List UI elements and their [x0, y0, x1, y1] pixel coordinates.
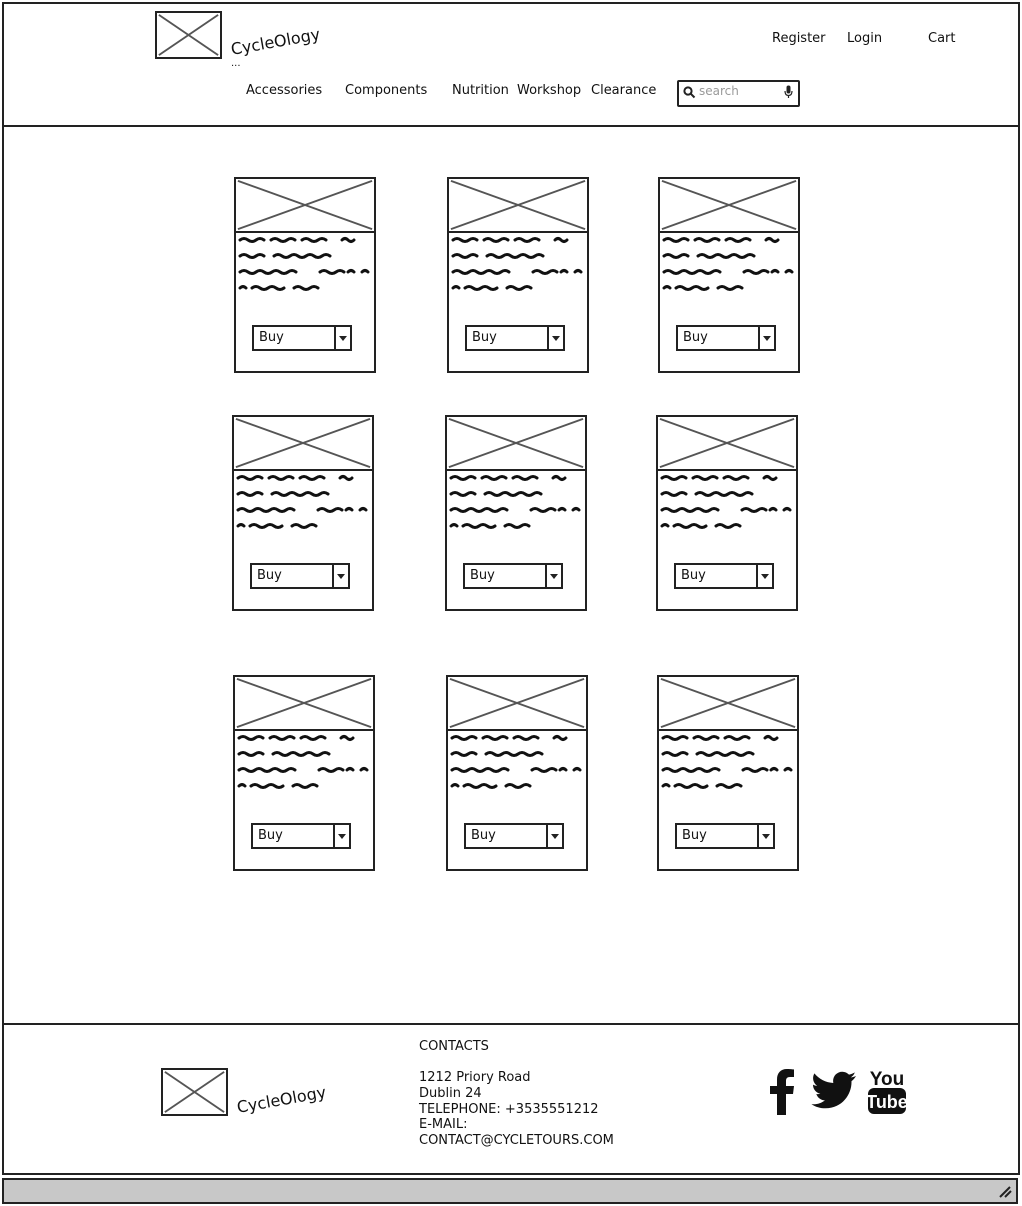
nav-workshop[interactable]: Workshop — [517, 83, 581, 98]
product-description: Buy — [447, 233, 589, 373]
nav-components[interactable]: Components — [345, 83, 427, 98]
svg-text:You: You — [870, 1069, 904, 1090]
microphone-icon[interactable] — [784, 85, 793, 99]
product-image — [658, 177, 800, 233]
product-description: Buy — [445, 471, 587, 611]
buy-dropdown[interactable]: Buy — [251, 823, 351, 849]
product-card: Buy — [658, 177, 800, 373]
nav-accessories[interactable]: Accessories — [246, 83, 322, 98]
resize-handle-icon[interactable] — [998, 1186, 1012, 1198]
buy-label: Buy — [257, 568, 282, 583]
product-description: Buy — [234, 233, 376, 373]
product-card: Buy — [233, 675, 375, 871]
chevron-down-icon[interactable] — [332, 565, 348, 587]
chevron-down-icon[interactable] — [545, 565, 561, 587]
product-card: Buy — [232, 415, 374, 611]
product-description: Buy — [656, 471, 798, 611]
product-card: Buy — [446, 675, 588, 871]
chevron-down-icon[interactable] — [546, 825, 562, 847]
cart-link[interactable]: Cart — [928, 31, 956, 46]
buy-dropdown[interactable]: Buy — [676, 325, 776, 351]
buy-dropdown[interactable]: Buy — [463, 563, 563, 589]
twitter-icon[interactable] — [811, 1071, 857, 1111]
product-image — [233, 675, 375, 731]
product-card: Buy — [447, 177, 589, 373]
buy-dropdown[interactable]: Buy — [464, 823, 564, 849]
chevron-down-icon[interactable] — [334, 327, 350, 349]
logo-image — [155, 11, 222, 59]
youtube-icon[interactable]: You Tube — [866, 1067, 908, 1115]
address-line1: 1212 Priory Road — [419, 1070, 531, 1085]
email-label: E-MAIL: — [419, 1117, 468, 1132]
register-link[interactable]: Register — [772, 31, 826, 46]
buy-label: Buy — [681, 568, 706, 583]
buy-dropdown[interactable]: Buy — [674, 563, 774, 589]
login-link[interactable]: Login — [847, 31, 882, 46]
svg-text:Tube: Tube — [866, 1092, 908, 1112]
chevron-down-icon[interactable] — [333, 825, 349, 847]
product-image — [232, 415, 374, 471]
product-image — [445, 415, 587, 471]
product-image — [656, 415, 798, 471]
email-link[interactable]: CONTACT@CYCLETOURS.COM — [419, 1133, 614, 1149]
product-description: Buy — [233, 731, 375, 871]
product-card: Buy — [657, 675, 799, 871]
product-card: Buy — [445, 415, 587, 611]
address-line2: Dublin 24 — [419, 1086, 482, 1101]
facebook-icon[interactable] — [767, 1067, 797, 1115]
tagline: ... — [231, 58, 241, 69]
product-description: Buy — [658, 233, 800, 373]
product-image — [234, 177, 376, 233]
horizontal-scrollbar[interactable] — [2, 1178, 1018, 1204]
chevron-down-icon[interactable] — [547, 327, 563, 349]
buy-label: Buy — [683, 330, 708, 345]
product-description: Buy — [657, 731, 799, 871]
search-icon — [683, 86, 696, 99]
buy-dropdown[interactable]: Buy — [465, 325, 565, 351]
chevron-down-icon[interactable] — [757, 825, 773, 847]
product-description: Buy — [232, 471, 374, 611]
product-image — [657, 675, 799, 731]
buy-label: Buy — [470, 568, 495, 583]
chevron-down-icon[interactable] — [758, 327, 774, 349]
search-placeholder: search — [699, 84, 739, 98]
footer-logo-image — [161, 1068, 228, 1116]
buy-dropdown[interactable]: Buy — [675, 823, 775, 849]
telephone: TELEPHONE: +3535551212 — [419, 1102, 599, 1117]
buy-label: Buy — [471, 828, 496, 843]
buy-label: Buy — [259, 330, 284, 345]
search-input[interactable]: search — [677, 80, 800, 107]
product-card: Buy — [234, 177, 376, 373]
chevron-down-icon[interactable] — [756, 565, 772, 587]
buy-dropdown[interactable]: Buy — [252, 325, 352, 351]
buy-label: Buy — [258, 828, 283, 843]
product-card: Buy — [656, 415, 798, 611]
product-description: Buy — [446, 731, 588, 871]
nav-nutrition[interactable]: Nutrition — [452, 83, 509, 98]
buy-label: Buy — [682, 828, 707, 843]
buy-dropdown[interactable]: Buy — [250, 563, 350, 589]
contacts-title: CONTACTS — [419, 1039, 489, 1054]
product-image — [447, 177, 589, 233]
nav-clearance[interactable]: Clearance — [591, 83, 656, 98]
product-image — [446, 675, 588, 731]
buy-label: Buy — [472, 330, 497, 345]
